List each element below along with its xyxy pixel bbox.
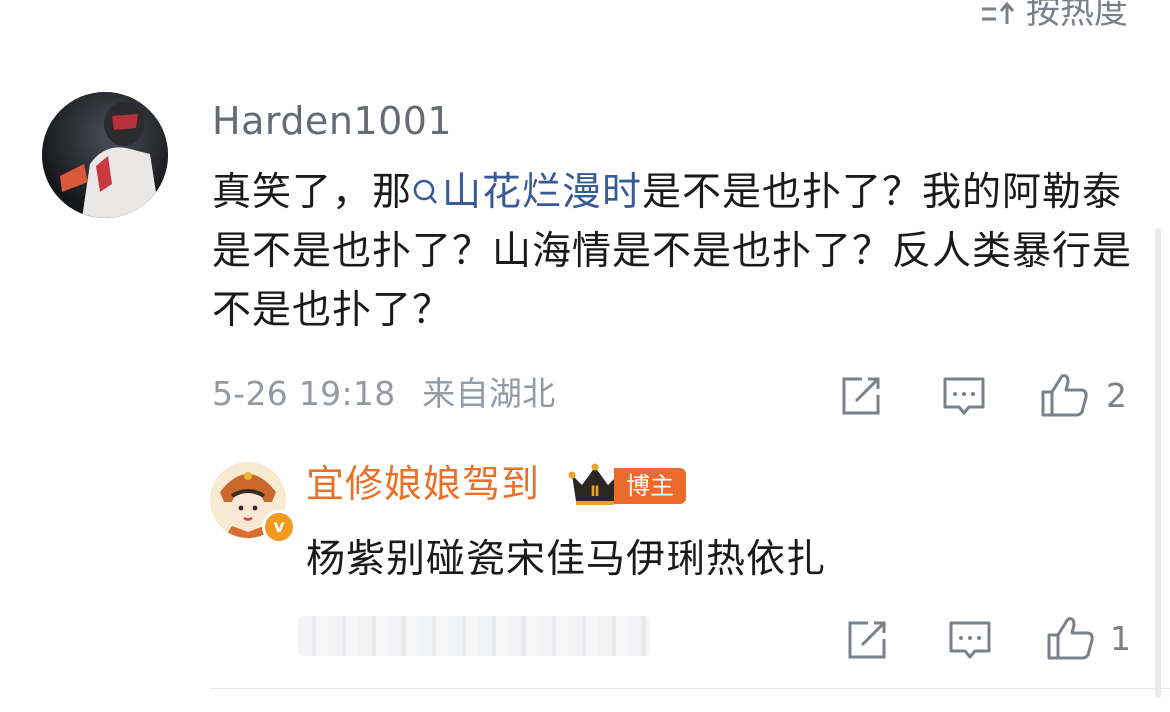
comment-text-before: 真笑了，那 (212, 170, 413, 215)
author-tag: 博主 (614, 468, 686, 504)
like-button[interactable] (1046, 615, 1096, 661)
avatar-image (42, 92, 168, 218)
reply-text: 杨紫别碰瓷宋佳马伊琍热依扎 (306, 537, 827, 582)
like-count: 2 (1106, 376, 1127, 415)
topic-link-label: 山花烂漫时 (442, 170, 643, 215)
reply-username[interactable]: 宜修娘娘驾到 (306, 460, 540, 508)
comment-username[interactable]: Harden1001 (212, 99, 452, 143)
verified-badge: v (262, 510, 296, 544)
topic-link[interactable]: 山花烂漫时 (412, 170, 642, 215)
search-icon (413, 179, 438, 204)
user-avatar[interactable] (42, 92, 168, 218)
comment-text: 真笑了，那 山花烂漫时是不是也扑了？我的阿勒泰是不是也扑了？山海情是不是也扑了？反… (212, 163, 1132, 340)
scrollbar[interactable] (1155, 228, 1161, 698)
crown-level: Ⅱ (590, 484, 599, 500)
sort-arrows-icon (982, 1, 1015, 24)
share-button[interactable] (846, 619, 890, 661)
thumbs-up-icon (1047, 617, 1094, 660)
comment-button[interactable] (942, 375, 986, 419)
thumbs-up-icon (1041, 374, 1088, 417)
comment-location: 来自湖北 (422, 374, 556, 413)
share-edit-icon (848, 621, 886, 659)
sort-label: 按热度 (1026, 0, 1128, 32)
comment-date: 5-26 19:18 (212, 374, 396, 413)
like-count: 1 (1110, 619, 1131, 658)
divider (210, 688, 1170, 689)
comment-icon (949, 621, 991, 659)
like-button[interactable] (1040, 372, 1090, 418)
comment-icon (943, 377, 985, 415)
sort-by-hot-button[interactable]: 按热度 (980, 0, 1128, 32)
share-button[interactable] (840, 375, 884, 417)
comment-button[interactable] (948, 619, 992, 663)
share-edit-icon (842, 377, 880, 415)
comment-meta: 5-26 19:18 来自湖北 (212, 374, 556, 414)
reply-meta-blurred (298, 616, 650, 656)
